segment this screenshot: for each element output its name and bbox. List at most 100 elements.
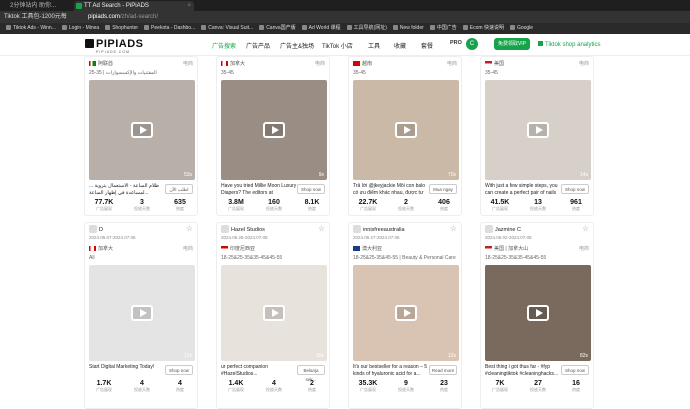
video-thumbnail[interactable]: 70s (353, 80, 459, 180)
play-icon[interactable] (131, 122, 153, 138)
nav-tiktok-shop[interactable]: TikTok 小店 (322, 41, 353, 50)
ad-date-range: 2024.05.02-2024.07.05 (485, 235, 532, 240)
stat-impressions: 77.7K (94, 199, 114, 206)
stat-heat: 406 (438, 199, 450, 206)
ad-card[interactable]: 加拿大 电商 35-45 9s Have you tried Millie Moon L… (216, 56, 330, 216)
nav-tools[interactable]: 工具 (368, 41, 380, 50)
favorite-star-icon[interactable]: ☆ (186, 225, 193, 233)
video-thumbnail[interactable]: 12s (89, 265, 195, 361)
video-thumbnail[interactable]: 12s (353, 265, 459, 361)
favorite-star-icon[interactable]: ☆ (450, 225, 457, 233)
ad-card[interactable]: Hazel Studios ☆ 2024.06.26-2024.07.05 印度尼西亚… (216, 222, 330, 409)
bookmark-item[interactable]: Shophunter (105, 23, 138, 34)
country-flag-icon (353, 61, 360, 66)
bookmark-item[interactable]: Peekota - Dashbo... (144, 23, 195, 34)
advertiser-row: Jazmine C (485, 225, 591, 235)
bookmark-label: Canva: Visual Suit... (208, 25, 254, 31)
ad-date-range: 2024.05.07-2024.07.05 (89, 235, 136, 240)
cta-button[interactable]: Mua ngay (429, 184, 457, 194)
favorite-star-icon[interactable]: ☆ (318, 225, 325, 233)
close-tab-icon[interactable]: × (187, 1, 191, 11)
play-icon[interactable] (395, 305, 417, 321)
ad-results-grid: 阿联酋 电商 25-35 | المقتنيات والإكسسوارات 53s ظل… (84, 56, 614, 409)
bookmark-item[interactable]: New folder (392, 23, 424, 34)
video-thumbnail[interactable]: 53s (89, 80, 195, 180)
video-thumbnail[interactable]: 14s (485, 80, 591, 180)
ad-card[interactable]: Jazmine C ☆ 2024.05.02-2024.07.05 美国 | 加拿大山… (480, 222, 594, 409)
bookmark-icon (346, 25, 352, 30)
bookmark-label: Ecom 快速说明 (469, 25, 504, 31)
cta-button[interactable]: Shop now (561, 184, 589, 194)
advertiser-row: D (89, 225, 195, 235)
region-label: 印度尼西亚 (230, 246, 256, 252)
ad-card[interactable]: innisfreeaustralia ☆ 2024.06.27-2024.07.05… (348, 222, 462, 409)
nav-ad-search[interactable]: 广告搜索 (212, 41, 236, 50)
nav-plans[interactable]: 套餐 (421, 41, 433, 50)
region-label: 加拿大 (230, 61, 246, 67)
bookmark-item[interactable]: Login - Minea (61, 23, 99, 34)
shop-analytics-link[interactable]: Tiktok shop analytics (538, 41, 600, 48)
region-label: 美国 (494, 61, 505, 67)
country-flag-icon (353, 246, 360, 251)
address-bar[interactable]: Tiktok 工具包-1200元每 pipiads.com/zh/ad-sear… (0, 11, 690, 23)
ad-stats: 35.3K 广告展现 9 投放天数 23 热度 (349, 380, 461, 398)
tab-title: 2分钟站内 助你... (10, 3, 57, 9)
bookmark-item[interactable]: 工具导航(网址) (346, 23, 387, 34)
browser-tab[interactable]: 2分钟站内 助你... (0, 1, 70, 11)
user-avatar[interactable]: C (466, 38, 478, 50)
free-vip-button[interactable]: 免费领取VIP (494, 38, 530, 50)
nav-advertisers[interactable]: 广告主&独场 (280, 41, 314, 50)
bookmark-item[interactable]: 中国广告 (429, 23, 457, 34)
cta-button[interactable]: Read more (429, 365, 457, 375)
browser-tab-active[interactable]: TT Ad Search - PiPiADS × (74, 1, 194, 11)
bookmark-item[interactable]: Canva: Visual Suit... (201, 23, 253, 34)
stat-impressions: 35.3K (358, 380, 378, 387)
bookmark-item[interactable]: Ecom 快速说明 (462, 23, 504, 34)
bookmark-icon (259, 25, 265, 30)
country-flag-icon (485, 61, 492, 66)
play-icon[interactable] (263, 305, 285, 321)
video-thumbnail[interactable]: 82s (485, 265, 591, 361)
advertiser-avatar (221, 225, 229, 233)
cta-button[interactable]: Belanja sek... (297, 365, 325, 382)
cta-button[interactable]: اطلب الآن (165, 184, 193, 194)
ad-card[interactable]: 越南 电商 35-45 70s Trả lời @jkeyjackie Mỗi con … (348, 56, 462, 216)
pipiads-logo[interactable]: PIPIADS PIPIADS.COM (85, 38, 165, 54)
bookmark-item[interactable]: Tiktok Ads - Winn... (6, 23, 56, 34)
stat-impressions: 22.7K (358, 199, 378, 206)
advertiser-avatar (485, 225, 493, 233)
video-thumbnail[interactable]: 15s (221, 265, 327, 361)
bookmark-item[interactable]: Ad World 课程 (301, 23, 341, 34)
stat-impressions: 1.4K (228, 380, 244, 387)
advertiser-name[interactable]: Jazmine C (495, 227, 521, 233)
ad-caption: It's our bestseller for a reason – 5 kin… (353, 364, 428, 377)
ad-card[interactable]: D ☆ 2024.05.07-2024.07.05 加拿大 电商 All 12s Start … (84, 222, 198, 409)
bookmark-icon (509, 25, 515, 30)
bookmark-item[interactable]: Canva国产版 (259, 23, 296, 34)
advertiser-name[interactable]: Hazel Studios (231, 227, 265, 233)
advertiser-name[interactable]: innisfreeaustralia (363, 227, 405, 233)
stat-heat-label: 热度 (572, 387, 580, 392)
play-icon[interactable] (395, 122, 417, 138)
cta-button[interactable]: Shop now (297, 184, 325, 194)
nav-favorites[interactable]: 收藏 (394, 41, 406, 50)
stat-impressions: 41.5K (490, 199, 510, 206)
play-icon[interactable] (131, 305, 153, 321)
ad-card[interactable]: 阿联酋 电商 25-35 | المقتنيات والإكسسوارات 53s ظل… (84, 56, 198, 216)
stat-impressions-label: 广告展现 (492, 387, 508, 392)
cta-button[interactable]: Shop now (561, 365, 589, 375)
stat-impressions-label: 广告展现 (360, 206, 376, 211)
nav-ad-products[interactable]: 广告产品 (246, 41, 270, 50)
stat-days: 160 (268, 199, 280, 206)
stat-heat: 2 (310, 380, 314, 387)
advertiser-name[interactable]: D (99, 227, 103, 233)
play-icon[interactable] (527, 305, 549, 321)
cta-button[interactable]: Shop now (165, 365, 193, 375)
video-thumbnail[interactable]: 9s (221, 80, 327, 180)
ad-card[interactable]: 美国 电商 35-45 14s With just a few simple steps… (480, 56, 594, 216)
favorite-star-icon[interactable]: ☆ (582, 225, 589, 233)
play-icon[interactable] (527, 122, 549, 138)
bookmark-item[interactable]: Google (509, 23, 533, 34)
play-icon[interactable] (263, 122, 285, 138)
country-flag-icon (485, 246, 492, 251)
